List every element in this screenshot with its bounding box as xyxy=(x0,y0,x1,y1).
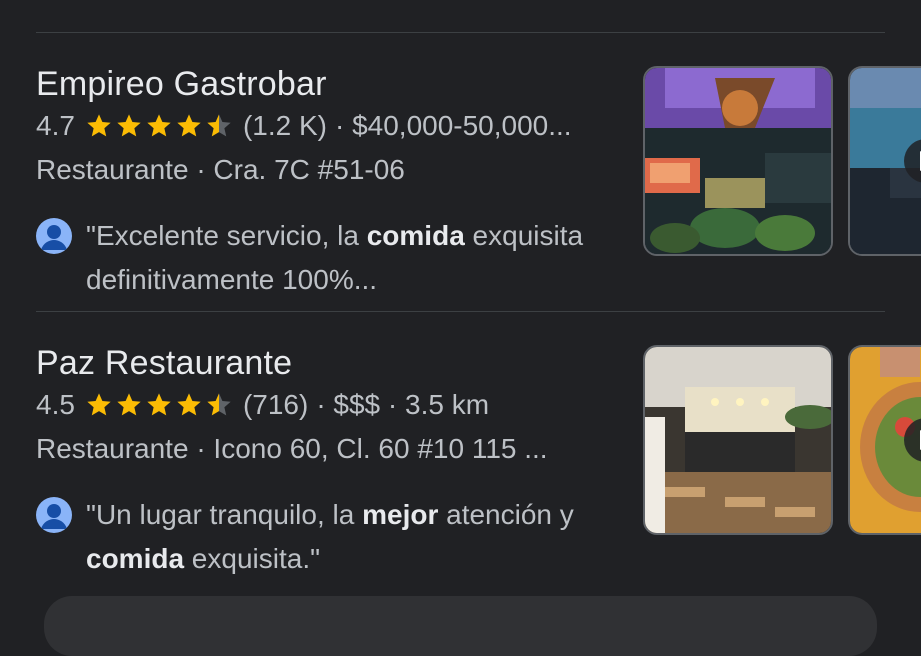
top-divider xyxy=(36,32,885,33)
star-icon xyxy=(87,114,111,137)
half-star-icon xyxy=(207,114,231,137)
video-thumbnail[interactable] xyxy=(848,66,921,256)
more-places-button[interactable] xyxy=(44,596,877,656)
price-distance: · $40,000-50,000... xyxy=(334,110,572,141)
star-icon xyxy=(177,114,201,137)
review-text: "Un lugar tranquilo, la mejor atención y… xyxy=(86,499,574,574)
place-title[interactable]: Empireo Gastrobar xyxy=(36,64,616,104)
result-divider xyxy=(36,311,885,312)
rating-row: 4.5 (716) · $$$ · 3.5 km xyxy=(36,383,616,427)
restaurant-photo[interactable] xyxy=(643,66,833,256)
review-count[interactable]: (716) xyxy=(243,383,308,427)
star-rating xyxy=(85,391,235,419)
avatar-icon xyxy=(36,218,72,254)
place-title[interactable]: Paz Restaurante xyxy=(36,343,616,383)
star-rating xyxy=(85,112,235,140)
star-icon xyxy=(147,114,171,137)
review-snippet: "Excelente servicio, la comida exquisita… xyxy=(36,214,616,302)
review-count[interactable]: (1.2 K) xyxy=(243,104,327,148)
result-card-empireo[interactable]: Empireo Gastrobar 4.7 (1.2 K) · $40,000-… xyxy=(0,64,921,344)
result-info: Paz Restaurante 4.5 (716) · $$$ · 3.5 km… xyxy=(36,343,616,574)
avatar-icon xyxy=(36,497,72,533)
rating-value: 4.5 xyxy=(36,389,75,420)
star-icon xyxy=(117,393,141,416)
restaurant-photo[interactable] xyxy=(643,345,833,535)
video-thumbnail[interactable] xyxy=(848,345,921,535)
star-icon xyxy=(147,393,171,416)
result-card-paz[interactable]: Paz Restaurante 4.5 (716) · $$$ · 3.5 km… xyxy=(0,343,921,623)
star-icon xyxy=(117,114,141,137)
rating-value: 4.7 xyxy=(36,110,75,141)
review-snippet: "Un lugar tranquilo, la mejor atención y… xyxy=(36,493,616,581)
result-info: Empireo Gastrobar 4.7 (1.2 K) · $40,000-… xyxy=(36,64,616,295)
category-address: Restaurante · Cra. 7C #51-06 xyxy=(36,154,405,185)
half-star-icon xyxy=(207,393,231,416)
review-text: "Excelente servicio, la comida exquisita… xyxy=(86,220,584,295)
price-distance: · $$$ · 3.5 km xyxy=(316,389,490,420)
category-address: Restaurante · Icono 60, Cl. 60 #10 115 .… xyxy=(36,433,548,464)
rating-row: 4.7 (1.2 K) · $40,000-50,000... xyxy=(36,104,616,148)
star-icon xyxy=(87,393,111,416)
star-icon xyxy=(177,393,201,416)
